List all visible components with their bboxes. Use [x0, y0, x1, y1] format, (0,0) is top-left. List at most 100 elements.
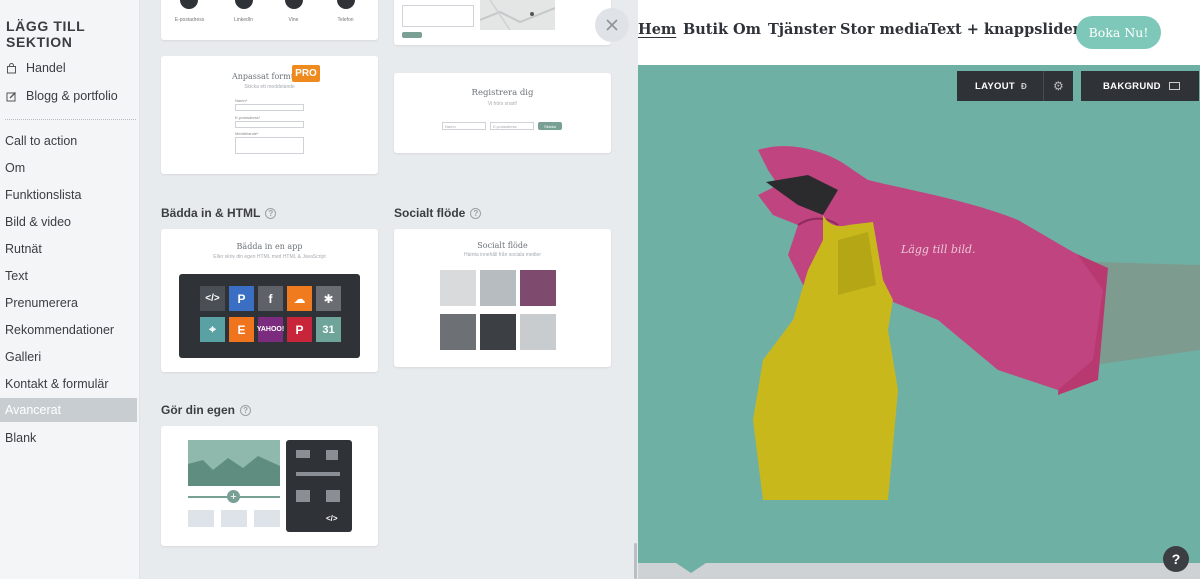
help-icon[interactable]: ?	[470, 207, 482, 219]
play-icon	[326, 450, 338, 460]
sidebar-item-blogg[interactable]: Blogg & portfolio	[0, 84, 137, 108]
section-heading-label: Bädda in & HTML	[161, 206, 261, 220]
custom-image-thumb	[188, 440, 280, 486]
bag-icon	[5, 62, 18, 75]
linkedin-icon	[235, 0, 253, 9]
yelp-icon: ✱	[316, 286, 341, 311]
sidebar-item-rutnat[interactable]: Rutnät	[0, 237, 137, 261]
email-input-thumb: E-postadress	[490, 122, 534, 130]
caret-down-icon	[676, 563, 706, 573]
help-button[interactable]: ?	[1163, 546, 1189, 572]
sidebar-item-galleri[interactable]: Galleri	[0, 345, 137, 369]
sidebar-item-label: Om	[5, 161, 26, 175]
code-icon: </>	[200, 286, 225, 311]
email-icon	[180, 0, 198, 9]
calendar-icon: 31	[316, 317, 341, 342]
plus-icon: +	[227, 490, 240, 503]
eventbrite-icon: E	[229, 317, 254, 342]
sidebar-item-funktionslista[interactable]: Funktionslista	[0, 183, 137, 207]
sidebar-item-label: Blank	[5, 431, 37, 445]
sidebar-item-label: Bild & video	[5, 215, 72, 229]
list-icon	[326, 490, 340, 502]
sidebar-item-label: Handel	[26, 61, 66, 75]
close-panel-button[interactable]	[595, 8, 629, 42]
sidebar-item-label: Avancerat	[5, 403, 62, 417]
site-preview: Hem Butik Om Tjänster Stor media Text + …	[638, 0, 1200, 579]
card-subtitle: Eller skriv din egen HTML med HTML & Jav…	[213, 254, 326, 260]
sidebar-item-label: Text	[5, 269, 28, 283]
layout-icon: Ɖ	[1020, 81, 1028, 91]
sidebar-item-label: Blogg & portfolio	[26, 89, 118, 103]
help-icon[interactable]: ?	[265, 207, 277, 219]
template-card-custom-form[interactable]: Anpassat formulär Skicka ett meddelande …	[161, 56, 378, 174]
sidebar-item-label: Galleri	[5, 350, 42, 364]
template-card-custom-build[interactable]: + </>	[161, 426, 378, 546]
panel-scrollbar[interactable]	[634, 543, 637, 579]
feed-image-thumb	[520, 314, 556, 350]
template-card-contact-map[interactable]	[394, 0, 611, 45]
gear-icon[interactable]: ⚙	[1043, 71, 1073, 101]
section-heading-embed: Bädda in & HTML ?	[161, 206, 277, 220]
map-thumbnail	[479, 0, 556, 31]
grid-icon	[296, 490, 310, 502]
sidebar-item-blank[interactable]: Blank	[0, 426, 137, 450]
sidebar-item-label: Rutnät	[5, 242, 42, 256]
vine-icon	[285, 0, 303, 9]
sidebar-item-om[interactable]: Om	[0, 156, 137, 180]
pro-badge: PRO	[292, 65, 320, 82]
feed-image-thumb	[440, 270, 476, 306]
sidebar-item-label: Kontakt & formulär	[5, 377, 109, 391]
layout-button[interactable]: LAYOUT Ɖ ⚙	[957, 71, 1073, 101]
element-palette-thumb: </>	[286, 440, 352, 532]
template-card-social-links[interactable]: E-postadress LinkedIn Vine Telefon	[161, 0, 378, 40]
field-label: E-postadress*	[235, 115, 261, 120]
yahoo-icon: YAHOO!	[257, 317, 284, 342]
form-field-placeholder	[235, 104, 304, 111]
template-card-social-feed[interactable]: Socialt flöde Hämta innehåll från social…	[394, 229, 611, 367]
sidebar-item-handel[interactable]: Handel	[0, 56, 137, 80]
sidebar-item-bild-video[interactable]: Bild & video	[0, 210, 137, 234]
section-bottom-strip	[638, 563, 1200, 579]
name-input-thumb: Namn	[442, 122, 486, 130]
code-icon: </>	[326, 514, 338, 523]
social-label: LinkedIn	[234, 17, 253, 23]
card-title: Socialt flöde	[477, 241, 528, 250]
edit-icon	[5, 90, 18, 103]
section-heading-label: Socialt flöde	[394, 206, 466, 220]
send-button-thumb	[402, 32, 422, 38]
sidebar-item-prenumerera[interactable]: Prenumerera	[0, 291, 137, 315]
block-thumb	[221, 510, 247, 527]
social-label: Telefon	[337, 17, 354, 23]
image-icon	[1168, 82, 1180, 90]
add-image-placeholder[interactable]: Lägg till bild.	[901, 243, 976, 256]
element-icon	[296, 450, 310, 458]
sidebar-item-label: Prenumerera	[5, 296, 78, 310]
paypal-icon: P	[229, 286, 254, 311]
background-button-label: BAKGRUND	[1103, 80, 1161, 92]
card-title: Anpassat formulär	[231, 72, 308, 81]
template-card-embed-app[interactable]: Bädda in en app Eller skriv din egen HTM…	[161, 229, 378, 372]
field-label: Meddelande*	[235, 131, 259, 136]
sidebar-item-label: Funktionslista	[5, 188, 82, 202]
sidebar-divider	[5, 119, 136, 120]
sidebar-item-rekommendationer[interactable]: Rekommendationer	[0, 318, 137, 342]
sidebar-item-avancerat[interactable]: Avancerat	[0, 398, 137, 422]
sidebar-item-label: Rekommendationer	[5, 323, 115, 337]
form-field-placeholder	[235, 121, 304, 128]
close-icon	[606, 19, 618, 31]
section-sidebar: LÄGG TILL SEKTION Handel Blogg & portfol…	[0, 0, 140, 579]
sidebar-item-call-to-action[interactable]: Call to action	[0, 129, 137, 153]
submit-button-thumb: Skicka	[538, 122, 562, 130]
card-title: Registrera dig	[471, 88, 534, 98]
background-button[interactable]: BAKGRUND	[1081, 71, 1199, 101]
soundcloud-icon: ☁	[287, 286, 312, 311]
feed-image-thumb	[480, 314, 516, 350]
sidebar-item-text[interactable]: Text	[0, 264, 137, 288]
form-field-placeholder	[402, 5, 474, 27]
template-card-register[interactable]: Registrera dig Vi hörs snart! Namn E-pos…	[394, 73, 611, 153]
facebook-icon: f	[258, 286, 283, 311]
block-thumb	[188, 510, 214, 527]
feed-image-thumb	[520, 270, 556, 306]
help-icon[interactable]: ?	[240, 404, 252, 416]
sidebar-item-kontakt[interactable]: Kontakt & formulär	[0, 372, 137, 396]
